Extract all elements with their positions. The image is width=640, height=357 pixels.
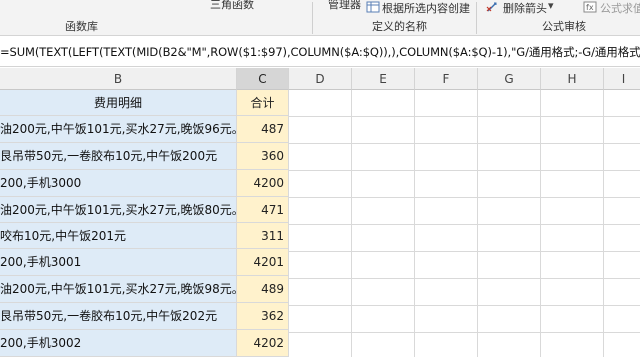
table-cell-details[interactable]: 200,手机3001 (0, 249, 237, 276)
table-cell-total[interactable]: 360 (237, 143, 289, 170)
table-cell-total[interactable]: 487 (237, 116, 289, 143)
column-header-c[interactable]: C (237, 68, 289, 90)
table-cell-total[interactable]: 311 (237, 223, 289, 249)
column-header-h[interactable]: H (541, 68, 604, 90)
table-cell-total[interactable]: 4200 (237, 170, 289, 197)
table-cell-details[interactable]: 油200元,中午饭101元,买水27元,晚饭80元。 (0, 197, 237, 223)
create-from-selection-icon (366, 1, 380, 16)
column-header-d[interactable]: D (289, 68, 352, 90)
table-cell-details[interactable]: 艮吊带50元,一卷胶布10元,中午饭200元 (0, 143, 237, 170)
table-cell-total[interactable]: 4201 (237, 249, 289, 276)
table-cell-total[interactable]: 362 (237, 303, 289, 330)
remove-arrows-icon (486, 1, 500, 16)
trig-functions-button[interactable]: 三角函数 (210, 0, 254, 12)
column-header-e[interactable]: E (352, 68, 415, 90)
empty-grid[interactable] (289, 90, 640, 357)
evaluate-formula-button[interactable]: 公式求值 (600, 0, 640, 16)
function-library-group-label: 函数库 (65, 20, 98, 33)
ribbon-separator (476, 2, 477, 34)
table-header-total[interactable]: 合计 (237, 90, 289, 116)
column-header-i[interactable]: I (604, 68, 640, 90)
table-cell-details[interactable]: 油200元,中午饭101元,买水27元,晚饭96元。 (0, 116, 237, 143)
table-cell-details[interactable]: 油200元,中午饭101元,买水27元,晚饭98元。 (0, 276, 237, 303)
name-manager-button[interactable]: 管理器 (328, 0, 361, 12)
formula-auditing-group-label: 公式审核 (542, 20, 586, 33)
table-cell-details[interactable]: 咬布10元,中午饭201元 (0, 223, 237, 249)
table-cell-details[interactable]: 艮吊带50元,一卷胶布10元,中午饭202元 (0, 303, 237, 330)
formula-text[interactable]: =SUM(TEXT(LEFT(TEXT(MID(B2&"M",ROW($1:$9… (0, 44, 640, 60)
create-from-selection-button[interactable]: 根据所选内容创建 (382, 0, 470, 16)
formula-bar[interactable]: =SUM(TEXT(LEFT(TEXT(MID(B2&"M",ROW($1:$9… (0, 37, 640, 67)
chevron-down-icon[interactable]: ▾ (548, 0, 554, 12)
table-header-expense-details[interactable]: 费用明细 (0, 90, 237, 116)
column-header-f[interactable]: F (415, 68, 478, 90)
table-cell-total[interactable]: 4202 (237, 330, 289, 357)
defined-names-group-label: 定义的名称 (372, 20, 427, 33)
svg-text:fx: fx (586, 3, 594, 12)
column-header-b[interactable]: B (0, 68, 237, 90)
table-cell-details[interactable]: 200,手机3002 (0, 330, 237, 357)
ribbon: 三角函数 函数库 管理器 根据所选内容创建 定义的名称 删除箭头 ▾ 公式审核 … (0, 0, 640, 36)
ribbon-separator (312, 2, 313, 34)
table-cell-details[interactable]: 200,手机3000 (0, 170, 237, 197)
column-header-g[interactable]: G (478, 68, 541, 90)
remove-arrows-button[interactable]: 删除箭头 (503, 0, 547, 16)
table-cell-total[interactable]: 471 (237, 197, 289, 223)
table-cell-total[interactable]: 489 (237, 276, 289, 303)
evaluate-formula-icon: fx (583, 1, 597, 16)
